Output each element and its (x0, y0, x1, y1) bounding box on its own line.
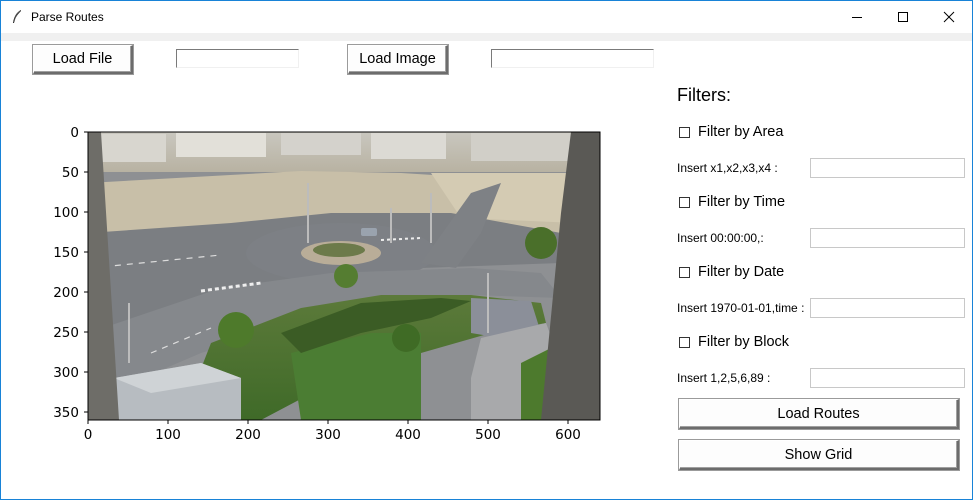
roundabout-photo (88, 132, 600, 420)
filter-time-checkbox[interactable]: Filter by Time (679, 192, 785, 212)
x-tick-label: 300 (315, 427, 341, 443)
y-tick-label: 200 (53, 285, 79, 301)
minimize-icon (852, 17, 862, 18)
checkbox-box[interactable] (679, 266, 690, 278)
y-tick-label: 50 (62, 165, 79, 181)
maximize-button[interactable] (880, 1, 926, 33)
y-tick-label: 150 (53, 245, 79, 261)
x-axis: 0 100 200 300 400 500 600 (84, 420, 581, 443)
time-input[interactable] (810, 228, 965, 248)
load-routes-button[interactable]: Load Routes (679, 399, 959, 429)
y-tick-label: 350 (53, 405, 79, 421)
window-title: Parse Routes (31, 10, 104, 24)
block-input[interactable] (810, 368, 965, 388)
filter-block-checkbox[interactable]: Filter by Block (679, 332, 789, 352)
checkbox-box[interactable] (679, 126, 690, 138)
minimize-button[interactable] (834, 1, 880, 33)
x-tick-label: 200 (235, 427, 261, 443)
close-icon (943, 11, 955, 23)
block-insert-label: Insert 1,2,5,6,89 : (677, 371, 771, 385)
feather-icon (13, 10, 21, 23)
time-insert-label: Insert 00:00:00,: (677, 231, 764, 245)
y-axis: 0 50 100 150 200 250 300 350 (53, 125, 88, 421)
y-tick-label: 100 (53, 205, 79, 221)
filter-block-label: Filter by Block (698, 334, 790, 350)
app-window: Parse Routes Load File Load Image 0 100 … (0, 0, 973, 500)
filters-title: Filters: (677, 85, 731, 105)
filter-area-label: Filter by Area (698, 124, 784, 140)
maximize-icon (898, 12, 908, 22)
y-tick-label: 0 (70, 125, 79, 141)
x-tick-label: 100 (155, 427, 181, 443)
show-grid-button[interactable]: Show Grid (679, 440, 959, 470)
x-tick-label: 400 (395, 427, 421, 443)
close-button[interactable] (926, 1, 972, 33)
filter-time-label: Filter by Time (698, 194, 786, 210)
client-area: Load File Load Image 0 100 200 300 400 5… (1, 33, 972, 499)
checkbox-box[interactable] (679, 336, 690, 348)
checkbox-box[interactable] (679, 196, 690, 208)
date-input[interactable] (810, 298, 965, 318)
area-insert-label: Insert x1,x2,x3,x4 : (677, 161, 778, 175)
filter-date-label: Filter by Date (698, 264, 785, 280)
filter-area-checkbox[interactable]: Filter by Area (679, 122, 783, 142)
x-tick-label: 0 (84, 427, 93, 443)
image-plot[interactable]: 0 100 200 300 400 500 600 0 50 100 150 200 250 300 35… (1, 33, 661, 453)
x-tick-label: 500 (475, 427, 501, 443)
y-tick-label: 300 (53, 365, 79, 381)
y-tick-label: 250 (53, 325, 79, 341)
area-input[interactable] (810, 158, 965, 178)
title-bar[interactable]: Parse Routes (1, 1, 972, 33)
x-tick-label: 600 (555, 427, 581, 443)
date-insert-label: Insert 1970-01-01,time : (677, 301, 805, 315)
filter-date-checkbox[interactable]: Filter by Date (679, 262, 784, 282)
